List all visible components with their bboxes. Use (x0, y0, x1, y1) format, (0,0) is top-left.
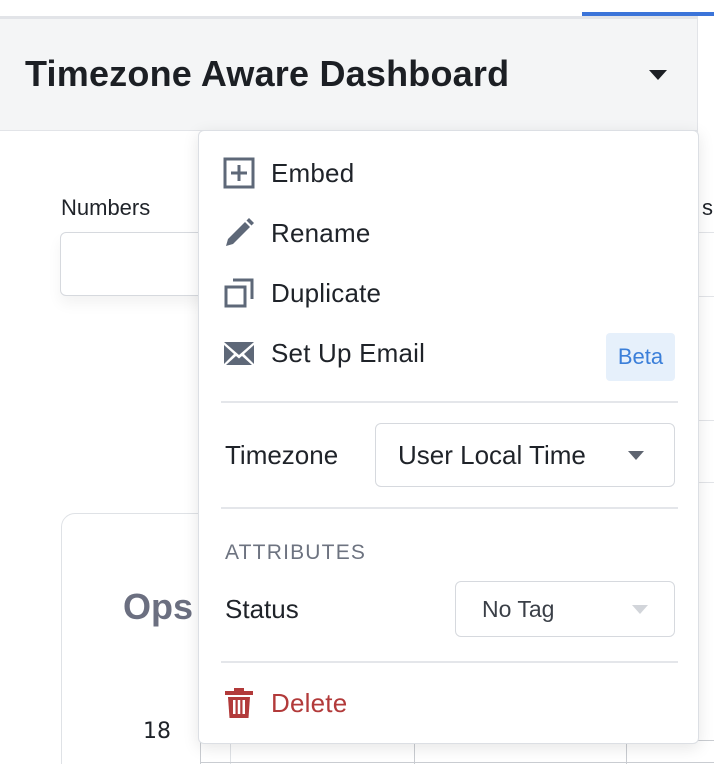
envelope-icon (224, 342, 254, 365)
filter-row-edge (698, 420, 714, 421)
second-filter-edge (698, 296, 714, 297)
menu-divider (221, 661, 678, 663)
card-title: Ops (123, 586, 194, 627)
beta-badge: Beta (606, 333, 675, 381)
chevron-down-icon (628, 451, 644, 460)
table-grid-line (200, 762, 714, 763)
numbers-filter-label: Numbers (61, 195, 151, 220)
dashboard-actions-menu: Embed Rename Duplicate Set Up Email Beta… (198, 130, 699, 744)
menu-item-embed[interactable]: Embed (199, 148, 698, 198)
timezone-select[interactable]: User Local Time (375, 423, 675, 487)
duplicate-icon (224, 278, 254, 308)
timezone-label: Timezone (225, 440, 339, 470)
embed-plus-icon (223, 157, 255, 189)
menu-item-rename[interactable]: Rename (199, 208, 698, 258)
numbers-filter-input[interactable] (60, 232, 220, 296)
dashboard-header: Timezone Aware Dashboard (0, 19, 697, 131)
status-label: Status (225, 594, 299, 624)
menu-item-label: Rename (271, 218, 371, 248)
status-select[interactable]: No Tag (455, 581, 675, 637)
menu-divider (221, 507, 678, 509)
title-menu-caret-icon[interactable] (649, 70, 667, 80)
header-right-edge (697, 16, 698, 132)
filter-row-edge (698, 482, 714, 483)
menu-item-label: Embed (271, 158, 355, 188)
menu-item-label: Set Up Email (271, 338, 426, 368)
attributes-heading: ATTRIBUTES (225, 541, 367, 564)
chevron-down-icon (632, 605, 648, 614)
second-filter-edge (698, 232, 714, 233)
menu-item-label: Duplicate (271, 278, 382, 308)
dashboard-title[interactable]: Timezone Aware Dashboard (25, 53, 509, 95)
menu-divider (221, 401, 678, 403)
menu-item-label: Delete (271, 688, 348, 718)
menu-item-delete[interactable]: Delete (199, 678, 698, 728)
trash-icon (225, 688, 253, 718)
timezone-select-value: User Local Time (398, 440, 586, 470)
menu-item-duplicate[interactable]: Duplicate (199, 268, 698, 318)
y-axis-tick: 18 (143, 719, 171, 744)
pencil-icon (226, 218, 254, 246)
second-filter-label: s (702, 195, 713, 220)
status-select-value: No Tag (482, 596, 555, 622)
